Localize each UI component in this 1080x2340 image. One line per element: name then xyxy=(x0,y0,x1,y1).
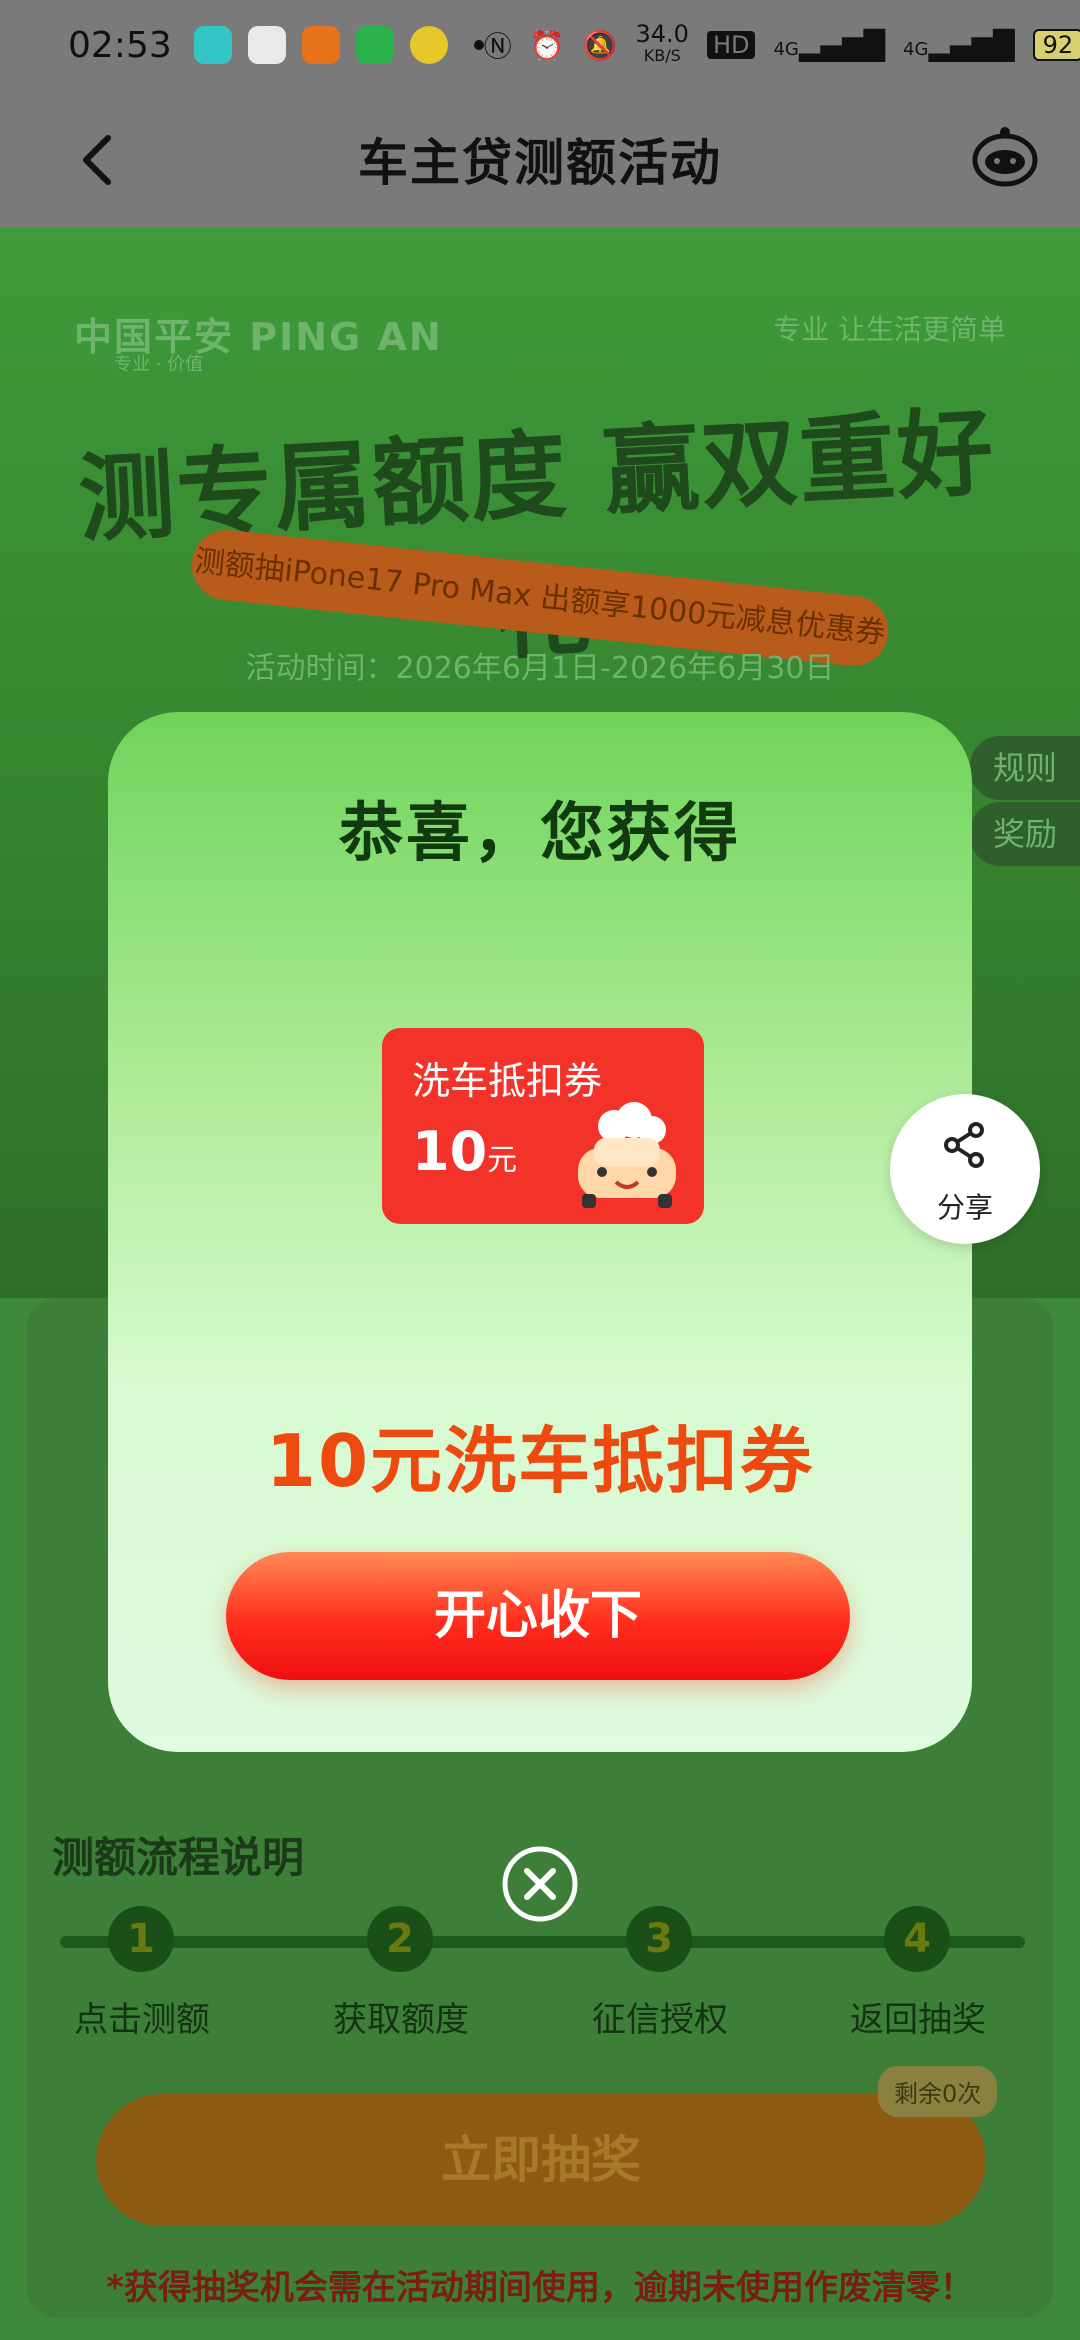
nfc-icon: Ⓝ xyxy=(483,30,512,63)
app-notification-icon xyxy=(355,26,394,64)
step-number-1: 1 xyxy=(108,1906,174,1972)
accept-prize-button[interactable]: 开心收下 xyxy=(226,1552,850,1680)
coupon-unit: 元 xyxy=(487,1143,518,1178)
notification-icons xyxy=(193,26,484,64)
coupon-title: 洗车抵扣券 xyxy=(412,1059,603,1103)
coupon-value: 10元 xyxy=(412,1120,517,1183)
signal-label: 4G xyxy=(903,38,929,60)
app-notification-icon xyxy=(193,26,232,64)
alarm-icon: ⏰ xyxy=(529,28,565,62)
status-right: Ⓝ ⏰ 🔕 34.0 KB/S HD 4G▂▄▆█ 4G▂▄▆█ 92 xyxy=(483,20,1080,67)
hd-icon: HD xyxy=(706,31,756,59)
status-bar: 02:53 Ⓝ ⏰ 🔕 34.0 KB/S HD 4G▂▄▆█ 4G▂▄▆█ 9… xyxy=(0,0,1080,90)
step-label-3: 征信授权 xyxy=(592,2000,728,2040)
process-title: 测额流程说明 xyxy=(52,1833,305,1882)
coupon-amount: 10 xyxy=(412,1120,488,1183)
step-number-4: 4 xyxy=(884,1906,950,1972)
share-label: 分享 xyxy=(936,1191,993,1224)
rules-tab[interactable]: 规则 xyxy=(970,736,1080,800)
back-arrow-icon[interactable] xyxy=(70,130,130,190)
battery-icon: 92 xyxy=(1032,29,1080,61)
signal-label: 4G xyxy=(773,38,799,60)
brand-slogan: 专业 让生活更简单 xyxy=(773,313,1006,346)
step-number-2: 2 xyxy=(367,1906,433,1972)
step-number-3: 3 xyxy=(626,1906,692,1972)
draw-warning-text: *获得抽奖机会需在活动期间使用，逾期未使用作废清零！ xyxy=(106,2268,974,2308)
app-notification-icon xyxy=(247,26,286,64)
mascot-service-icon[interactable] xyxy=(970,122,1040,192)
car-wash-icon xyxy=(578,1102,676,1208)
step-label-2: 获取额度 xyxy=(333,2000,469,2040)
app-notification-icon xyxy=(301,26,340,64)
share-button[interactable]: 分享 xyxy=(890,1094,1040,1244)
process-progress-line xyxy=(60,1936,1025,1948)
prize-name: 10元洗车抵扣券 xyxy=(265,1419,815,1503)
activity-period: 活动时间：2026年6月1日-2026年6月30日 xyxy=(245,651,835,686)
rewards-tab[interactable]: 奖励 xyxy=(970,802,1080,866)
signal-icon: 4G▂▄▆█ xyxy=(773,28,886,62)
close-icon[interactable] xyxy=(500,1844,580,1924)
network-speed-value: 34.0 xyxy=(635,20,689,48)
network-speed-unit: KB/S xyxy=(643,46,681,65)
signal-icon: 4G▂▄▆█ xyxy=(903,28,1015,62)
prize-modal: 恭喜，您获得 洗车抵扣券 10元 10元洗车抵扣券 开心收下 xyxy=(108,712,972,1752)
remaining-badge: 剩余0次 xyxy=(878,2066,998,2117)
brand-subtitle: 专业 · 价值 xyxy=(114,354,204,375)
coupon-card: 洗车抵扣券 10元 xyxy=(382,1028,704,1224)
network-speed: 34.0 KB/S xyxy=(635,20,689,67)
app-notification-icon xyxy=(409,26,448,64)
modal-title: 恭喜，您获得 xyxy=(339,797,741,871)
page-title: 车主贷测额活动 xyxy=(358,134,722,192)
nav-bar: 车主贷测额活动 xyxy=(0,90,1080,228)
status-time: 02:53 xyxy=(68,24,172,66)
step-label-1: 点击测额 xyxy=(74,2000,210,2040)
dot-icon xyxy=(473,40,484,50)
draw-now-button[interactable]: 立即抽奖 xyxy=(96,2094,986,2226)
mute-icon: 🔕 xyxy=(582,28,618,62)
step-label-4: 返回抽奖 xyxy=(850,2000,986,2040)
share-icon xyxy=(944,1122,984,1168)
